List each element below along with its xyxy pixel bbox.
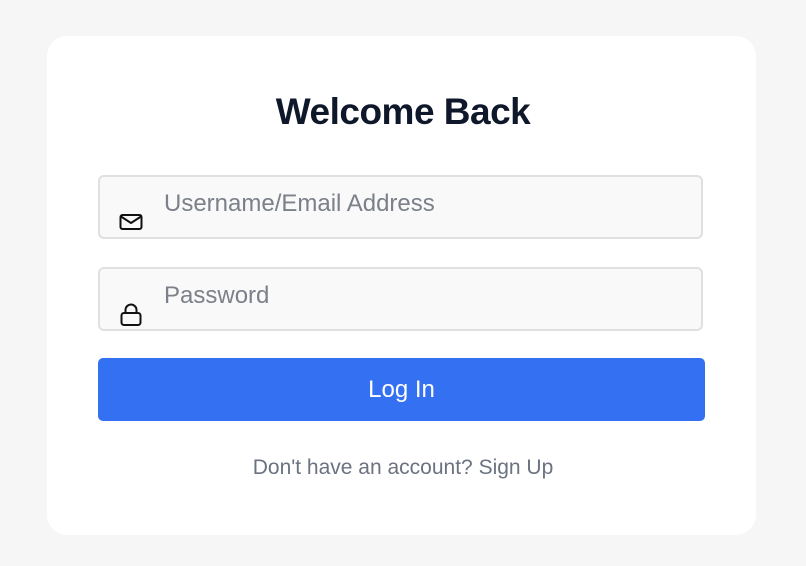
signup-row: Don't have an account? Sign Up xyxy=(0,454,806,482)
page-title: Welcome Back xyxy=(275,91,531,132)
username-field[interactable] xyxy=(98,175,703,239)
username-input[interactable] xyxy=(100,177,701,237)
password-field[interactable] xyxy=(98,267,703,331)
signup-link[interactable]: Sign Up xyxy=(479,456,554,479)
password-input[interactable] xyxy=(100,269,701,329)
signup-prompt: Don't have an account? xyxy=(252,456,473,479)
login-button[interactable]: Log In xyxy=(98,358,705,421)
